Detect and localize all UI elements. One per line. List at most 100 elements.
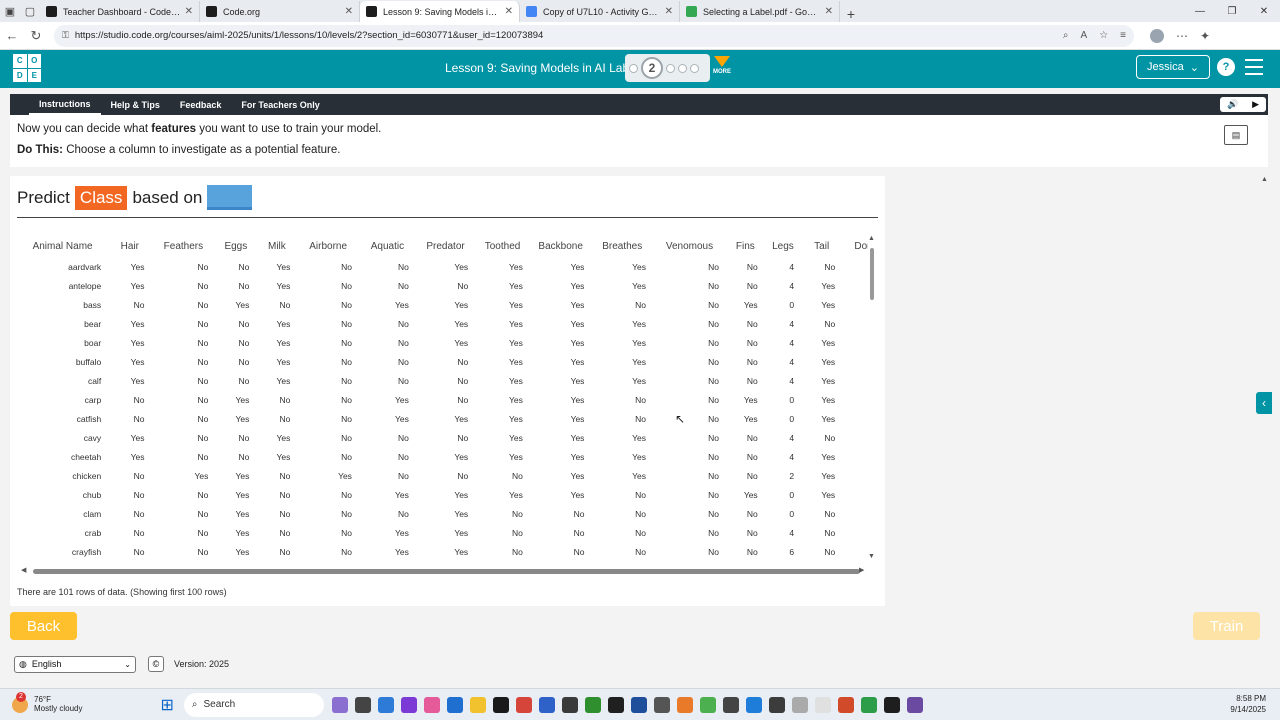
taskbar-app-icon[interactable] xyxy=(745,696,762,713)
page-scroll-up-icon[interactable]: ▲ xyxy=(1261,176,1268,183)
taskbar-search[interactable]: ⌕ Search xyxy=(183,692,324,717)
browser-tab[interactable]: Code.org ✕ xyxy=(200,1,360,22)
taskbar-app-icon[interactable] xyxy=(906,696,923,713)
level-5-bubble[interactable] xyxy=(690,63,699,73)
zoom-icon[interactable]: ⌕ xyxy=(1063,30,1069,41)
scroll-left-icon[interactable]: ◀ xyxy=(21,566,26,574)
taskbar-app-icon[interactable] xyxy=(423,696,440,713)
column-header[interactable]: Milk xyxy=(256,235,297,257)
weather-widget[interactable]: 2 76°F Mostly cloudy xyxy=(12,691,82,714)
close-tab-icon[interactable]: ✕ xyxy=(505,6,513,17)
instructions-tab[interactable]: Feedback xyxy=(170,94,232,115)
browser-tab[interactable]: Selecting a Label.pdf - Google Dr... ✕ xyxy=(680,1,840,22)
column-header[interactable]: Predator xyxy=(416,235,475,257)
taskbar-app-icon[interactable] xyxy=(561,696,578,713)
taskbar-app-icon[interactable] xyxy=(860,696,877,713)
column-header[interactable]: Venomous xyxy=(653,235,726,257)
taskbar-app-icon[interactable] xyxy=(676,696,693,713)
column-header[interactable]: Fins xyxy=(726,235,765,257)
taskbar-app-icon[interactable] xyxy=(699,696,716,713)
system-clock[interactable]: 8:58 PM 9/14/2025 xyxy=(1230,694,1266,715)
instructions-tab[interactable]: Instructions xyxy=(29,94,101,115)
column-header[interactable]: Domestic xyxy=(842,235,868,257)
train-button[interactable]: Train xyxy=(1193,612,1260,640)
column-header[interactable]: Backbone xyxy=(530,235,592,257)
copyright-button[interactable]: © xyxy=(148,656,164,672)
taskbar-app-icon[interactable] xyxy=(768,696,785,713)
profile-avatar[interactable] xyxy=(1150,28,1164,43)
taskbar-app-icon[interactable] xyxy=(883,696,900,713)
scroll-right-icon[interactable]: ▶ xyxy=(859,566,864,574)
column-header[interactable]: Legs xyxy=(765,235,801,257)
taskbar-app-icon[interactable] xyxy=(607,696,624,713)
dataset-table-viewport[interactable]: Animal Name Hair Feathers Eggs Milk Airborne A… xyxy=(17,235,868,562)
scroll-up-icon[interactable]: ▲ xyxy=(868,235,875,242)
column-header[interactable]: Tail xyxy=(801,235,842,257)
windows-start-icon[interactable]: ⊞ xyxy=(160,695,173,715)
reload-icon[interactable]: ↻ xyxy=(24,28,48,44)
column-header[interactable]: Feathers xyxy=(152,235,216,257)
new-tab-button[interactable]: + xyxy=(840,6,862,22)
taskbar-app-icon[interactable] xyxy=(515,696,532,713)
favorites-icon[interactable]: ≡ xyxy=(1120,30,1126,41)
image-reference-icon[interactable]: ▤ xyxy=(1224,125,1248,145)
back-button[interactable]: Back xyxy=(10,612,77,640)
close-tab-icon[interactable]: ✕ xyxy=(185,6,193,17)
collapse-panel-icon[interactable]: ‹ xyxy=(1256,392,1272,414)
column-header[interactable]: Breathes xyxy=(591,235,653,257)
taskbar-app-icon[interactable] xyxy=(377,696,394,713)
taskbar-app-icon[interactable] xyxy=(354,696,371,713)
instructions-tab[interactable]: For Teachers Only xyxy=(231,94,329,115)
horizontal-scroll-thumb[interactable] xyxy=(33,569,860,574)
back-nav-icon[interactable]: ← xyxy=(0,28,24,43)
column-header[interactable]: Hair xyxy=(108,235,151,257)
column-header[interactable]: Aquatic xyxy=(359,235,416,257)
close-tab-icon[interactable]: ✕ xyxy=(345,6,353,17)
feature-drop-slot[interactable] xyxy=(207,185,253,210)
table-vertical-scrollbar[interactable]: ▲ ▼ xyxy=(868,235,876,562)
taskbar-app-icon[interactable] xyxy=(791,696,808,713)
user-menu-button[interactable]: Jessica ⌄ xyxy=(1136,55,1210,79)
close-tab-icon[interactable]: ✕ xyxy=(825,6,833,17)
taskbar-app-icon[interactable] xyxy=(538,696,555,713)
taskbar-app-icon[interactable] xyxy=(630,696,647,713)
scroll-down-icon[interactable]: ▼ xyxy=(868,553,875,560)
taskbar-app-icon[interactable] xyxy=(469,696,486,713)
column-header[interactable]: Animal Name xyxy=(17,235,108,257)
speaker-icon[interactable]: 🔊 xyxy=(1227,99,1238,110)
favorite-star-icon[interactable]: ☆ xyxy=(1099,30,1108,41)
hamburger-menu-icon[interactable] xyxy=(1245,59,1263,80)
column-header[interactable]: Airborne xyxy=(297,235,359,257)
taskbar-app-icon[interactable] xyxy=(837,696,854,713)
taskbar-app-icon[interactable] xyxy=(446,696,463,713)
codeorg-logo[interactable]: CODE xyxy=(13,54,41,82)
taskbar-app-icon[interactable] xyxy=(814,696,831,713)
level-1-bubble[interactable] xyxy=(629,63,638,73)
read-aloud-icon[interactable]: A xyxy=(1081,30,1088,41)
taskbar-app-icon[interactable] xyxy=(400,696,417,713)
workspaces-icon[interactable]: ▣ xyxy=(0,0,20,22)
browser-tab[interactable]: Lesson 9: Saving Models in AI Lab ✕ xyxy=(360,1,520,22)
taskbar-app-icon[interactable] xyxy=(331,696,348,713)
browser-tab[interactable]: Copy of U7L10 - Activity Guide - ... ✕ xyxy=(520,1,680,22)
language-select[interactable]: ◍ English ⌄ xyxy=(14,655,136,673)
lesson-title[interactable]: Lesson 9: Saving Models in AI Lab xyxy=(445,61,629,75)
browser-menu-icon[interactable]: ⋯ xyxy=(1176,29,1188,43)
instructions-tab[interactable]: Help & Tips xyxy=(101,94,170,115)
taskbar-app-icon[interactable] xyxy=(492,696,509,713)
taskbar-app-icon[interactable] xyxy=(584,696,601,713)
close-window-icon[interactable]: ✕ xyxy=(1248,6,1280,17)
play-icon[interactable]: ▶ xyxy=(1252,99,1259,110)
table-horizontal-scrollbar[interactable]: ◀ ▶ xyxy=(17,566,868,576)
selected-label-chip[interactable]: Class xyxy=(74,185,128,210)
column-header[interactable]: Eggs xyxy=(215,235,256,257)
restore-icon[interactable]: ❐ xyxy=(1216,6,1248,17)
help-button[interactable]: ? xyxy=(1217,58,1235,76)
level-4-bubble[interactable] xyxy=(678,63,687,73)
browser-tab[interactable]: Teacher Dashboard - Code.org ✕ xyxy=(40,1,200,22)
close-tab-icon[interactable]: ✕ xyxy=(665,6,673,17)
current-level-bubble[interactable]: 2 xyxy=(641,57,663,79)
url-field[interactable]: ⚿ https://studio.code.org/courses/aiml-2… xyxy=(54,24,1134,47)
minimize-icon[interactable]: — xyxy=(1184,6,1216,17)
taskbar-app-icon[interactable] xyxy=(653,696,670,713)
